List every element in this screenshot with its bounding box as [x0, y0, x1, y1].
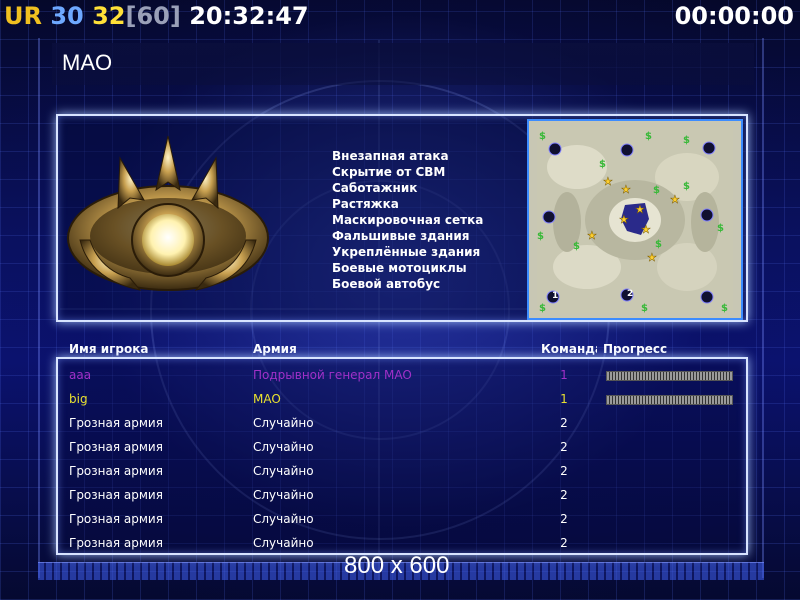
svg-text:$: $ — [539, 131, 546, 142]
column-header-army: Армия — [253, 342, 297, 356]
player-team: 2 — [560, 488, 568, 502]
page-title: MAO — [62, 50, 113, 75]
column-header-progress: Прогресс — [603, 342, 668, 356]
player-row[interactable]: Грозная армия Случайно 2 — [60, 409, 744, 433]
player-name: Грозная армия — [69, 512, 163, 526]
player-team: 1 — [560, 392, 568, 406]
feature-item: Растяжка — [332, 197, 399, 211]
hud-ur-value: 30 — [50, 2, 84, 30]
svg-text:$: $ — [683, 135, 690, 146]
minimap-player-2-marker: 2 — [627, 289, 634, 299]
svg-text:★: ★ — [635, 203, 645, 216]
player-row[interactable]: Грозная армия Случайно 2 — [60, 505, 744, 529]
player-team: 1 — [560, 368, 568, 382]
hud-ur-label: UR — [4, 2, 42, 30]
player-army: Случайно — [253, 512, 314, 526]
minimap-terrain: ★ ★ ★ ★ ★ ★ ★ ★ $ $ $ $ $ $ $ $ $ $ $ $ $ — [537, 127, 733, 313]
feature-item: Внезапная атака — [332, 149, 449, 163]
feature-item: Скрытие от СВМ — [332, 165, 446, 179]
player-army: Случайно — [253, 464, 314, 478]
player-row[interactable]: big MAO 1 — [60, 385, 744, 409]
player-progress-bar — [606, 395, 733, 405]
player-progress-bar — [606, 371, 733, 381]
resolution-watermark: 800 x 600 — [344, 552, 450, 579]
player-team: 2 — [560, 416, 568, 430]
feature-item: Фальшивые здания — [332, 229, 470, 243]
svg-text:$: $ — [717, 223, 724, 234]
player-army: Подрывной генерал MAO — [253, 368, 412, 382]
svg-text:★: ★ — [621, 183, 631, 196]
svg-text:$: $ — [573, 241, 580, 252]
player-name: Грозная армия — [69, 440, 163, 454]
feature-item: Боевые мотоциклы — [332, 261, 467, 275]
player-name: Грозная армия — [69, 464, 163, 478]
player-team: 2 — [560, 440, 568, 454]
player-army: Случайно — [253, 440, 314, 454]
svg-text:★: ★ — [670, 193, 680, 206]
svg-text:★: ★ — [587, 229, 597, 242]
column-header-player-name: Имя игрока — [69, 342, 149, 356]
player-team: 2 — [560, 512, 568, 526]
svg-text:$: $ — [641, 303, 648, 313]
player-name: Грозная армия — [69, 536, 163, 550]
player-army: Случайно — [253, 416, 314, 430]
minimap[interactable]: ★ ★ ★ ★ ★ ★ ★ ★ $ $ $ $ $ $ $ $ $ $ $ $ $ 1 2 — [527, 119, 743, 320]
title-bar — [52, 43, 754, 85]
svg-text:$: $ — [537, 231, 544, 242]
hud-fps: 32 — [92, 2, 126, 30]
player-name: Грозная армия — [69, 416, 163, 430]
svg-text:$: $ — [683, 181, 690, 192]
svg-text:$: $ — [539, 303, 546, 313]
feature-item: Саботажник — [332, 181, 418, 195]
svg-text:★: ★ — [619, 213, 629, 226]
player-team: 2 — [560, 464, 568, 478]
feature-item: Маскировочная сетка — [332, 213, 484, 227]
player-army: Случайно — [253, 536, 314, 550]
minimap-player-1-marker: 1 — [552, 291, 559, 301]
player-army: MAO — [253, 392, 281, 406]
feature-item: Боевой автобус — [332, 277, 441, 291]
svg-text:★: ★ — [647, 251, 657, 264]
column-header-team: Команда — [541, 342, 597, 356]
player-name: big — [69, 392, 88, 406]
general-emblem-icon — [67, 135, 269, 291]
player-row[interactable]: Грозная армия Случайно 2 — [60, 433, 744, 457]
hud-fps-limit: [60] — [125, 2, 181, 30]
svg-text:$: $ — [653, 185, 660, 196]
player-row[interactable]: Грозная армия Случайно 2 — [60, 457, 744, 481]
svg-text:★: ★ — [603, 175, 613, 188]
hud-timer: 00:00:00 — [674, 2, 794, 30]
hud-stats: UR 30 32[60] 20:32:47 — [4, 2, 309, 30]
general-features-list: Внезапная атака Скрытие от СВМ Саботажни… — [332, 148, 483, 292]
feature-item: Укреплённые здания — [332, 245, 481, 259]
player-row[interactable]: Грозная армия Случайно 2 — [60, 529, 744, 553]
svg-text:$: $ — [599, 159, 606, 170]
player-army: Случайно — [253, 488, 314, 502]
hud-clock: 20:32:47 — [189, 2, 309, 30]
svg-text:$: $ — [721, 303, 728, 313]
svg-text:$: $ — [655, 239, 662, 250]
player-team: 2 — [560, 536, 568, 550]
player-row[interactable]: Грозная армия Случайно 2 — [60, 481, 744, 505]
svg-text:$: $ — [645, 131, 652, 142]
player-row[interactable]: aaa Подрывной генерал MAO 1 — [60, 361, 744, 385]
svg-text:★: ★ — [641, 223, 651, 236]
player-name: aaa — [69, 368, 92, 382]
player-name: Грозная армия — [69, 488, 163, 502]
